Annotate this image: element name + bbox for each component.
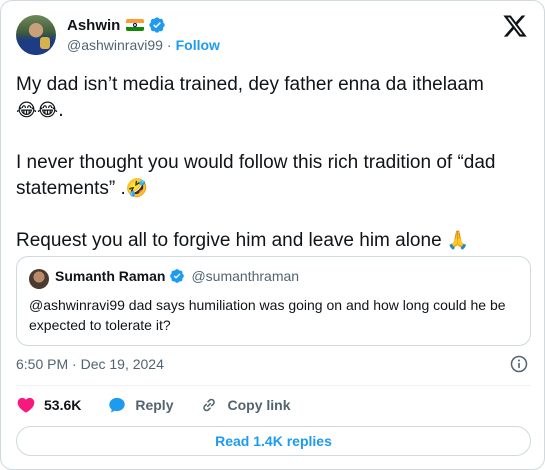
reply-label: Reply xyxy=(135,397,174,413)
quote-author-row: Sumanth Raman @sumanthraman xyxy=(55,268,299,284)
tweet-timestamp[interactable]: 6:50 PM · Dec 19, 2024 xyxy=(16,356,164,372)
follow-button[interactable]: Follow xyxy=(176,37,220,53)
folded-hands-emoji-icon: 🙏 xyxy=(446,230,470,251)
heart-icon xyxy=(17,397,35,413)
tweet-embed-card: Ashwin @ashwinravi99 · Follow My dad isn… xyxy=(0,0,545,470)
laughing-emoji-icon: 😂😂. xyxy=(16,100,64,121)
tweet-text: My dad isn’t media trained, dey father e… xyxy=(16,72,531,254)
author-name-row: Ashwin xyxy=(67,15,166,35)
author-handle[interactable]: @ashwinravi99 xyxy=(67,37,163,53)
avatar-trophy xyxy=(40,37,50,49)
author-handle-row: @ashwinravi99 · Follow xyxy=(67,37,220,53)
rofl-emoji-icon: 🤣 xyxy=(125,178,149,199)
like-button[interactable]: 53.6K xyxy=(16,395,81,415)
tweet-line-1: My dad isn’t media trained, dey father e… xyxy=(16,74,484,95)
verified-badge-icon xyxy=(170,269,185,283)
india-flag-icon xyxy=(126,19,145,31)
tweet-line-2: I never thought you would follow this ri… xyxy=(16,150,531,202)
quoted-tweet[interactable]: Sumanth Raman @sumanthraman @ashwinravi9… xyxy=(16,256,531,346)
reply-button[interactable]: Reply xyxy=(107,395,173,415)
separator-dot: · xyxy=(166,37,172,53)
read-replies-button[interactable]: Read 1.4K replies xyxy=(16,426,531,456)
copy-link-label: Copy link xyxy=(227,397,291,413)
verified-badge-icon xyxy=(149,17,166,33)
x-logo-icon[interactable] xyxy=(502,13,528,39)
quote-author-handle: @sumanthraman xyxy=(191,268,300,284)
author-avatar[interactable] xyxy=(16,15,56,55)
quote-author-name: Sumanth Raman xyxy=(55,268,166,284)
author-name[interactable]: Ashwin xyxy=(67,17,120,34)
tweet-line-3: Request you all to forgive him and leave… xyxy=(16,228,531,254)
tweet-line-1-emoji: 😂😂. xyxy=(16,98,531,124)
quote-text: @ashwinravi99 dad says humiliation was g… xyxy=(29,297,506,333)
link-icon xyxy=(203,398,216,412)
info-icon[interactable] xyxy=(509,354,529,374)
like-count: 53.6K xyxy=(44,397,82,413)
action-bar: 53.6K Reply Copy link xyxy=(16,395,317,415)
quote-author-avatar xyxy=(29,269,49,289)
divider xyxy=(16,385,531,386)
copy-link-button[interactable]: Copy link xyxy=(199,395,291,415)
reply-icon xyxy=(109,397,126,413)
